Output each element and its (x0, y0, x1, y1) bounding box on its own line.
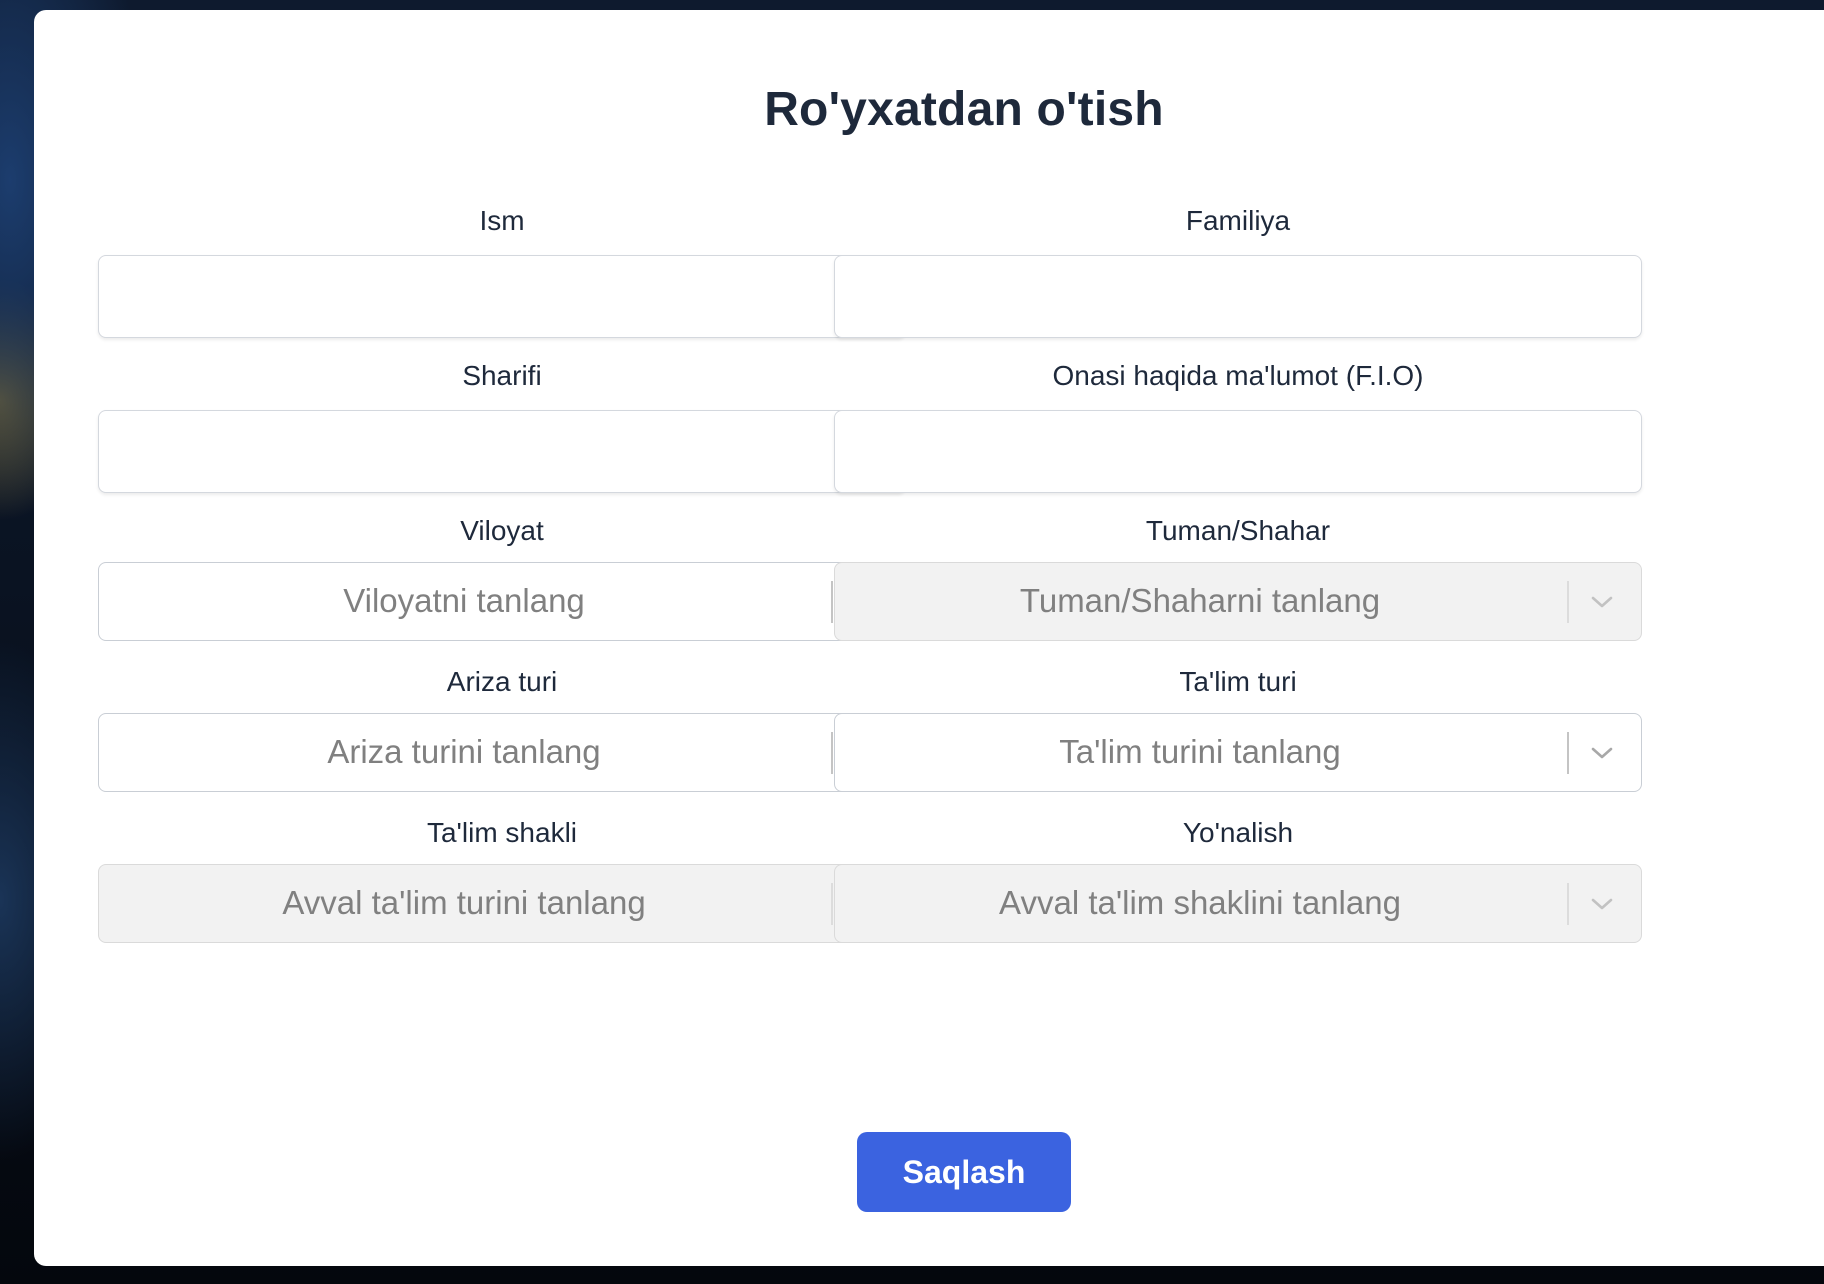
chevron-down-icon (1591, 596, 1613, 608)
ism-label: Ism (479, 205, 525, 236)
ariza-select-placeholder: Ariza turini tanlang (327, 733, 601, 770)
talim-shakli-select: Avval ta'lim turini tanlang (98, 864, 906, 943)
viloyat-label: Viloyat (460, 515, 544, 546)
sharifi-label: Sharifi (462, 360, 542, 391)
chevron-down-icon[interactable] (1587, 738, 1617, 768)
select-separator (1567, 581, 1569, 623)
select-separator (1567, 883, 1569, 925)
tuman-label: Tuman/Shahar (1145, 515, 1331, 546)
onasi-label: Onasi haqida ma'lumot (F.I.O) (1052, 360, 1424, 391)
familiya-input[interactable] (834, 255, 1642, 338)
talim-turi-select[interactable]: Ta'lim turini tanlang (834, 713, 1642, 792)
chevron-down-icon (1591, 898, 1613, 910)
talim-shakli-label: Ta'lim shakli (426, 817, 578, 848)
select-separator (831, 732, 833, 774)
talim-turi-field-group: Ta'lim turi Ta'lim turini tanlang (834, 662, 1642, 792)
tuman-select-placeholder: Tuman/Shaharni tanlang (1019, 582, 1381, 619)
ariza-label: Ariza turi (446, 666, 558, 697)
viloyat-field-group: Viloyat Viloyatni tanlang (98, 511, 906, 641)
talim-shakli-select-placeholder: Avval ta'lim turini tanlang (282, 884, 646, 921)
familiya-label: Familiya (1185, 205, 1291, 236)
select-separator (831, 581, 833, 623)
viloyat-select[interactable]: Viloyatni tanlang (98, 562, 906, 641)
familiya-field-group: Familiya (834, 201, 1642, 338)
talim-turi-label: Ta'lim turi (1179, 666, 1297, 697)
ism-input[interactable] (98, 255, 906, 338)
registration-card: Ro'yxatdan o'tish Ism Familiya Sharifi O… (34, 10, 1824, 1266)
save-button[interactable]: Saqlash (857, 1132, 1071, 1212)
onasi-input[interactable] (834, 410, 1642, 493)
onasi-field-group: Onasi haqida ma'lumot (F.I.O) (834, 356, 1642, 493)
tuman-field-group: Tuman/Shahar Tuman/Shaharni tanlang (834, 511, 1642, 641)
ariza-field-group: Ariza turi Ariza turini tanlang (98, 662, 906, 792)
yonalish-select: Avval ta'lim shaklini tanlang (834, 864, 1642, 943)
ariza-select[interactable]: Ariza turini tanlang (98, 713, 906, 792)
yonalish-select-placeholder: Avval ta'lim shaklini tanlang (999, 884, 1401, 921)
ism-field-group: Ism (98, 201, 906, 338)
sharifi-field-group: Sharifi (98, 356, 906, 493)
select-separator (1567, 732, 1569, 774)
tuman-select: Tuman/Shaharni tanlang (834, 562, 1642, 641)
select-separator (831, 883, 833, 925)
yonalish-field-group: Yo'nalish Avval ta'lim shaklini tanlang (834, 813, 1642, 943)
sharifi-input[interactable] (98, 410, 906, 493)
viloyat-select-placeholder: Viloyatni tanlang (343, 582, 585, 619)
page-title: Ro'yxatdan o'tish (764, 83, 1164, 136)
yonalish-label: Yo'nalish (1182, 817, 1294, 848)
talim-shakli-field-group: Ta'lim shakli Avval ta'lim turini tanlan… (98, 813, 906, 943)
talim-turi-select-placeholder: Ta'lim turini tanlang (1059, 733, 1341, 770)
